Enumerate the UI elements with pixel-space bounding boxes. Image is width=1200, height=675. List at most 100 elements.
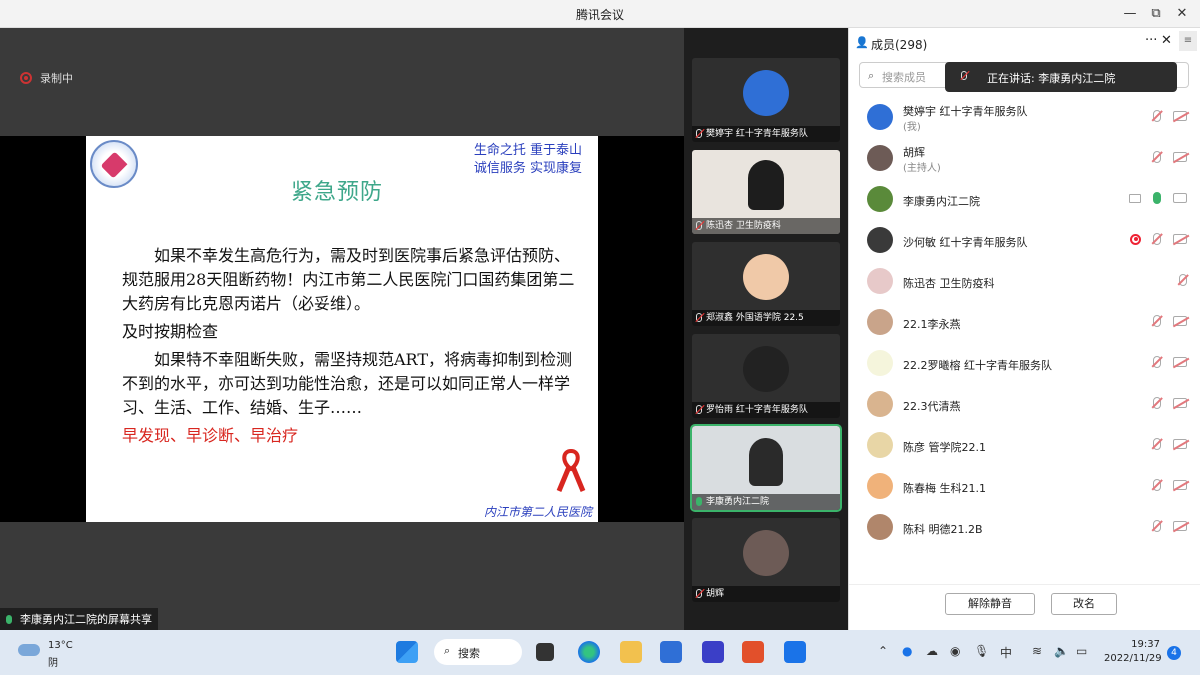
sidebar-toggle-button[interactable]: ≡ (1179, 31, 1197, 51)
video-tile[interactable]: 郑淑鑫 外国语学院 22.5 (692, 242, 840, 326)
member-name: 胡辉 (903, 146, 925, 159)
slide-paragraph-2: 及时按期检查 (122, 322, 219, 341)
camera-off-icon[interactable] (1173, 316, 1187, 326)
member-row[interactable]: 陈科 明德21.2B (849, 508, 1200, 549)
mic-muted-icon[interactable] (1153, 110, 1161, 122)
video-tile-name: 郑淑鑫 外国语学院 22.5 (706, 313, 804, 323)
member-status-icons (1153, 438, 1187, 450)
rename-button[interactable]: 改名 (1051, 593, 1117, 615)
member-row[interactable]: 樊婷宇 红十字青年服务队 (我) (849, 98, 1200, 139)
camera-off-icon[interactable] (1173, 480, 1187, 490)
member-row[interactable]: 胡辉 (主持人) (849, 139, 1200, 180)
member-row[interactable]: 陈迅杏 卫生防疫科 (849, 262, 1200, 303)
app-icon[interactable] (702, 641, 724, 663)
video-tile[interactable]: 樊婷宇 红十字青年服务队 (692, 58, 840, 142)
avatar (743, 70, 789, 116)
title-bar: 腾讯会议 — ⧉ ✕ (0, 0, 1200, 28)
tray-cloud-icon[interactable]: ☁ (926, 644, 938, 658)
minimize-button[interactable]: — (1120, 4, 1140, 24)
tray-app-icon[interactable]: ◉ (950, 644, 960, 658)
video-tile[interactable]: 陈迅杏 卫生防疫科 (692, 150, 840, 234)
volume-icon[interactable]: 🔈 (1054, 644, 1069, 658)
slide-paragraph-1: 如果不幸发生高危行为，需及时到医院事后紧急评估预防、规范服用28天阻断药物！内江… (122, 246, 575, 313)
member-row[interactable]: 沙何敏 红十字青年服务队 (849, 221, 1200, 262)
recording-indicator[interactable]: 录制中 (20, 70, 73, 86)
member-name: 樊婷宇 红十字青年服务队 (903, 105, 1028, 118)
participant-video (748, 160, 784, 210)
member-row[interactable]: 李康勇内江二院 (849, 180, 1200, 221)
member-status-icons (1153, 151, 1187, 163)
microphone-icon[interactable]: 🎙 (974, 644, 989, 658)
camera-icon[interactable] (1173, 193, 1187, 203)
mic-muted-icon[interactable] (1153, 520, 1161, 532)
search-icon: ⌕ (868, 69, 875, 82)
taskbar-clock[interactable]: 19:37 2022/11/29 (1104, 638, 1162, 666)
avatar (867, 432, 893, 458)
weather-desc: 阴 (48, 658, 58, 669)
video-tile-name: 樊婷宇 红十字青年服务队 (706, 129, 808, 139)
avatar (743, 254, 789, 300)
member-role: (我) (903, 122, 921, 133)
edge-browser-icon[interactable] (578, 641, 600, 663)
close-button[interactable]: ✕ (1172, 4, 1192, 24)
mic-muted-icon[interactable] (1153, 233, 1161, 245)
mic-muted-icon (696, 221, 702, 230)
camera-off-icon[interactable] (1173, 357, 1187, 367)
tray-overflow-icon[interactable]: ⌃ (878, 644, 888, 658)
screen-share-tag[interactable]: 李康勇内江二院的屏幕共享 (0, 608, 158, 630)
video-tile-name: 陈迅杏 卫生防疫科 (706, 221, 781, 231)
app-window: 腾讯会议 — ⧉ ✕ 录制中 生命之托 重于泰山 诚信服务 实现康复 紧急预防 … (0, 0, 1200, 675)
screen-share-icon (1129, 193, 1141, 203)
taskbar-search[interactable]: ⌕ 搜索 (434, 639, 522, 665)
mic-muted-icon[interactable] (1153, 315, 1161, 327)
member-list: 樊婷宇 红十字青年服务队 (我) 胡辉 (主持人) 李康勇内江二院沙何敏 红十字青年服务… (849, 98, 1200, 576)
mic-muted-icon[interactable] (1153, 356, 1161, 368)
member-row[interactable]: 22.1李永燕 (849, 303, 1200, 344)
restore-button[interactable]: ⧉ (1146, 4, 1166, 24)
recording-icon (20, 72, 32, 84)
camera-off-icon[interactable] (1173, 521, 1187, 531)
notification-badge[interactable]: 4 (1167, 646, 1181, 660)
member-role: (主持人) (903, 163, 941, 174)
unmute-all-button[interactable]: 解除静音 (945, 593, 1035, 615)
task-view-icon[interactable] (536, 643, 554, 661)
avatar (867, 268, 893, 294)
member-row[interactable]: 22.2罗曦榕 红十字青年服务队 (849, 344, 1200, 385)
cloud-icon (18, 644, 40, 656)
tencent-meeting-icon[interactable] (784, 641, 806, 663)
camera-off-icon[interactable] (1173, 111, 1187, 121)
member-name: 沙何敏 红十字青年服务队 (903, 236, 1028, 249)
camera-off-icon[interactable] (1173, 234, 1187, 244)
camera-off-icon[interactable] (1173, 152, 1187, 162)
tray-app-icon[interactable]: ● (902, 644, 912, 658)
close-panel-button[interactable]: ✕ (1161, 33, 1172, 48)
camera-off-icon[interactable] (1173, 398, 1187, 408)
mic-muted-icon[interactable] (1153, 438, 1161, 450)
camera-off-icon[interactable] (1173, 439, 1187, 449)
video-tile[interactable]: 胡辉 (692, 518, 840, 602)
mic-on-icon[interactable] (1153, 192, 1161, 204)
avatar (867, 473, 893, 499)
member-status-icons (1153, 356, 1187, 368)
mic-muted-icon[interactable] (1153, 397, 1161, 409)
mic-muted-icon[interactable] (1179, 274, 1187, 286)
video-tile-active-speaker[interactable]: 李康勇内江二院 (690, 424, 842, 512)
ime-indicator[interactable]: 中 (1000, 644, 1012, 661)
member-row[interactable]: 陈彦 管学院22.1 (849, 426, 1200, 467)
wifi-icon[interactable]: ≋ (1032, 644, 1042, 658)
mic-muted-icon[interactable] (1153, 479, 1161, 491)
member-row[interactable]: 22.3代清燕 (849, 385, 1200, 426)
shared-screen-area: 录制中 生命之托 重于泰山 诚信服务 实现康复 紧急预防 如果不幸发生高危行为，… (0, 28, 684, 630)
participant-video (749, 438, 783, 486)
screen-share-label: 李康勇内江二院的屏幕共享 (20, 613, 152, 626)
video-tile[interactable]: 罗怡雨 红十字青年服务队 (692, 334, 840, 418)
more-options-button[interactable]: ··· (1145, 33, 1157, 48)
mic-muted-icon[interactable] (1153, 151, 1161, 163)
mic-on-icon (696, 497, 702, 506)
member-row[interactable]: 陈春梅 生科21.1 (849, 467, 1200, 508)
office-icon[interactable] (742, 641, 764, 663)
file-explorer-icon[interactable] (620, 641, 642, 663)
start-icon[interactable] (396, 641, 418, 663)
battery-icon[interactable]: ▭ (1076, 644, 1087, 658)
mail-icon[interactable] (660, 641, 682, 663)
